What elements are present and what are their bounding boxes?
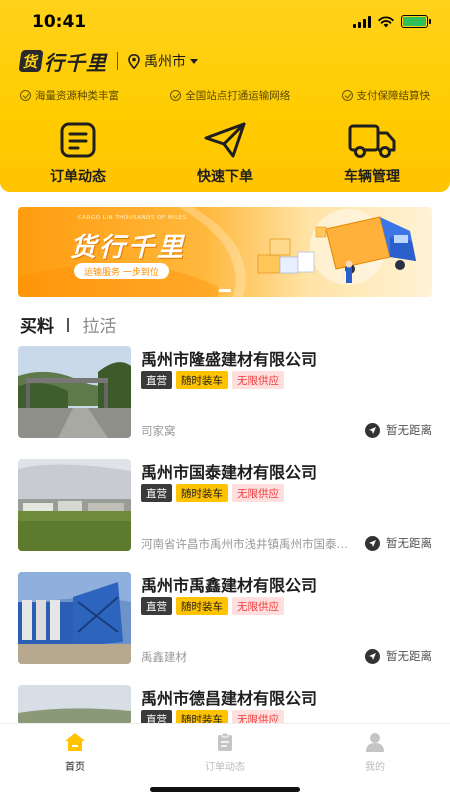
wifi-icon — [378, 15, 394, 27]
home-indicator — [150, 787, 300, 792]
tag-loading: 随时装车 — [176, 597, 228, 615]
company-name: 禹州市隆盛建材有限公司 — [141, 350, 318, 369]
distance-button[interactable]: 暂无距离 — [365, 422, 432, 438]
paper-plane-icon — [204, 122, 246, 158]
supplier-photo — [18, 685, 131, 725]
list-item[interactable]: 禹州市禹鑫建材有限公司 直营 随时装车 无限供应 禹鑫建材 暂无距离 — [18, 570, 432, 666]
tab-profile[interactable]: 我的 — [330, 732, 420, 773]
company-name: 禹州市国泰建材有限公司 — [141, 463, 318, 482]
quick-action-label: 快速下单 — [197, 169, 253, 185]
distance-text: 暂无距离 — [386, 536, 432, 550]
navigation-arrow-icon — [365, 648, 380, 664]
home-icon — [65, 733, 85, 751]
distance-button[interactable]: 暂无距离 — [365, 648, 432, 664]
company-address: 司家窝 — [141, 424, 176, 438]
banner-title: 货行千里 — [70, 233, 187, 263]
check-circle-icon — [20, 90, 31, 101]
tag-supply: 无限供应 — [232, 597, 284, 615]
logo-divider — [117, 52, 118, 70]
promo-banner[interactable]: CARGO LIN THOUSANDS OF MILES 货行千里 运输服务 一… — [18, 207, 432, 297]
tab-buy-material[interactable]: 买料 — [20, 312, 54, 337]
truck-icon — [348, 124, 396, 158]
navigation-arrow-icon — [365, 422, 380, 438]
tag-direct: 直营 — [141, 371, 172, 389]
navigation-arrow-icon — [365, 535, 380, 551]
carousel-indicator — [219, 289, 231, 292]
city-name: 禹州市 — [144, 54, 186, 70]
tag-loading: 随时装车 — [176, 371, 228, 389]
feature-item: 海量资源种类丰富 — [20, 88, 119, 103]
header: 10:41 货 行千里 禹州市 海量资源种类丰富 全国站点打通运输网络 支付保障… — [0, 0, 450, 192]
company-address: 河南省许昌市禹州市浅井镇禹州市国泰建材有限公司 — [141, 537, 356, 551]
location-pin-icon — [128, 53, 140, 69]
quick-action-orders[interactable]: 订单动态 — [18, 120, 138, 186]
logo-row: 货 行千里 禹州市 — [18, 48, 198, 75]
tag-group: 直营 随时装车 无限供应 — [141, 597, 284, 615]
chevron-down-icon — [190, 58, 198, 64]
banner-slogan: 运输服务 一步到位 — [74, 263, 169, 279]
list-item[interactable]: 禹州市国泰建材有限公司 直营 随时装车 无限供应 河南省许昌市禹州市浅井镇禹州市… — [18, 457, 432, 553]
tab-haul-jobs[interactable]: 拉活 — [83, 312, 117, 337]
quick-action-vehicles[interactable]: 车辆管理 — [312, 120, 432, 186]
list-item[interactable]: 禹州市隆盛建材有限公司 直营 随时装车 无限供应 司家窝 暂无距离 — [18, 344, 432, 440]
tag-direct: 直营 — [141, 597, 172, 615]
supplier-photo — [18, 572, 131, 664]
tag-supply: 无限供应 — [232, 371, 284, 389]
city-selector[interactable]: 禹州市 — [128, 51, 198, 71]
signal-icon — [353, 15, 371, 28]
app-logo-text: 行千里 — [44, 50, 107, 75]
distance-text: 暂无距离 — [386, 423, 432, 437]
supplier-photo — [18, 459, 131, 551]
quick-action-label: 车辆管理 — [344, 169, 400, 185]
tab-orders[interactable]: 订单动态 — [180, 732, 270, 773]
tag-group: 直营 随时装车 无限供应 — [141, 371, 284, 389]
company-name: 禹州市德昌建材有限公司 — [141, 689, 318, 708]
tab-separator — [67, 317, 69, 332]
app-logo: 货 — [18, 50, 44, 72]
section-tabs: 买料 拉活 — [20, 312, 117, 337]
banner-subtitle: CARGO LIN THOUSANDS OF MILES — [78, 215, 187, 221]
quick-action-place-order[interactable]: 快速下单 — [165, 120, 285, 186]
battery-icon — [401, 15, 431, 28]
tag-supply: 无限供应 — [232, 484, 284, 502]
tab-label: 订单动态 — [205, 762, 245, 773]
clipboard-icon — [218, 732, 232, 751]
tag-loading: 随时装车 — [176, 484, 228, 502]
status-icons — [353, 15, 431, 28]
tag-group: 直营 随时装车 无限供应 — [141, 484, 284, 502]
quick-action-label: 订单动态 — [50, 169, 106, 185]
user-icon — [366, 733, 384, 752]
distance-text: 暂无距离 — [386, 649, 432, 663]
order-doc-icon — [60, 122, 96, 158]
status-time: 10:41 — [32, 12, 87, 32]
tab-home[interactable]: 首页 — [30, 732, 120, 773]
tab-label: 我的 — [365, 762, 385, 773]
company-address: 禹鑫建材 — [141, 650, 187, 664]
status-bar: 10:41 — [0, 0, 450, 44]
feature-list: 海量资源种类丰富 全国站点打通运输网络 支付保障结算快 — [20, 88, 430, 103]
feature-item: 全国站点打通运输网络 — [170, 88, 290, 103]
check-circle-icon — [341, 90, 353, 101]
supplier-photo — [18, 346, 131, 438]
feature-item: 支付保障结算快 — [341, 88, 430, 103]
tag-direct: 直营 — [141, 484, 172, 502]
tab-label: 首页 — [65, 762, 85, 773]
check-circle-icon — [170, 90, 182, 101]
distance-button[interactable]: 暂无距离 — [365, 535, 432, 551]
company-name: 禹州市禹鑫建材有限公司 — [141, 576, 318, 595]
